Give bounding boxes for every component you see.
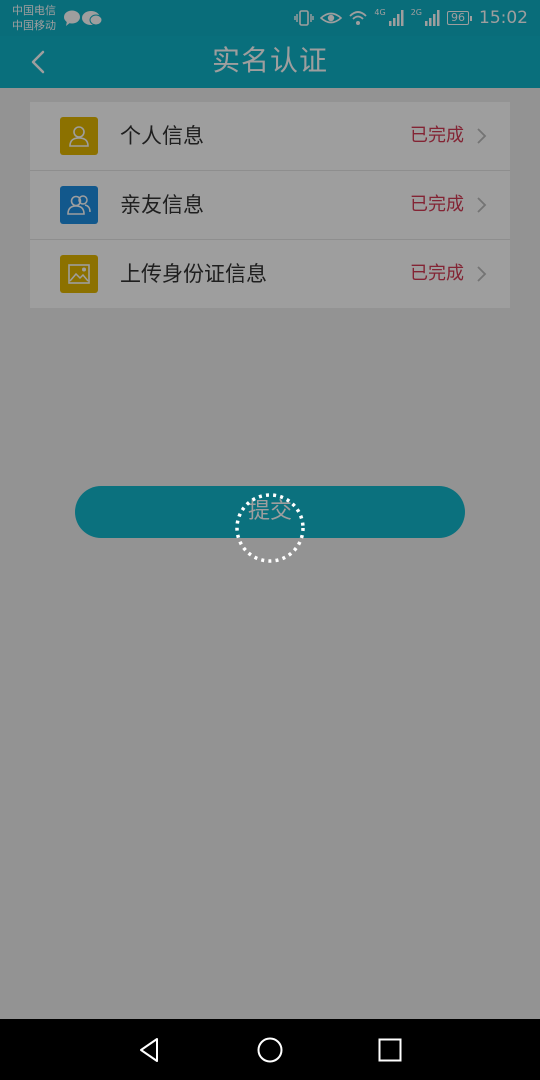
nav-home-icon[interactable] <box>255 1035 285 1065</box>
system-nav-bar <box>0 1019 540 1080</box>
nav-recents-icon[interactable] <box>375 1035 405 1065</box>
loading-spinner-icon <box>235 493 305 563</box>
nav-back-icon[interactable] <box>135 1035 165 1065</box>
